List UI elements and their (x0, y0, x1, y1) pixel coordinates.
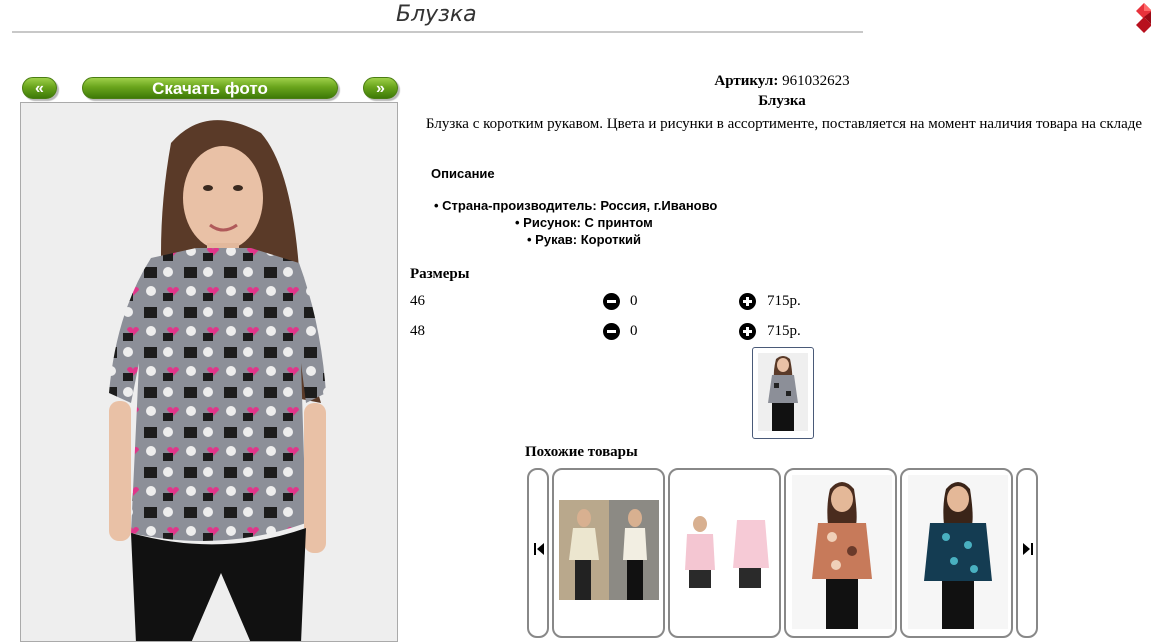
similar-product-image (792, 475, 892, 629)
red-corner-icon[interactable] (1136, 3, 1151, 33)
article-line: Артикул: 961032623 (412, 73, 1151, 90)
decrease-qty-icon[interactable] (603, 323, 620, 340)
title-divider (12, 31, 863, 33)
product-description: Блузка с коротким рукавом. Цвета и рисун… (425, 116, 1143, 132)
decrease-qty-icon[interactable] (603, 293, 620, 310)
similar-product-card[interactable] (900, 468, 1013, 638)
quantity-value: 0 (630, 323, 638, 339)
size-row-46: 46 0 715р. (410, 293, 830, 315)
spec-item: • Страна-производитель: Россия, г.Иванов… (434, 198, 718, 213)
price-value: 715р. (767, 293, 801, 309)
spec-sleeve: Рукав: Короткий (535, 232, 642, 247)
similar-product-image (908, 475, 1008, 629)
main-product-photo[interactable] (20, 102, 398, 642)
photo-thumbnail[interactable] (752, 347, 814, 439)
prev-photo-button[interactable]: « (22, 77, 57, 99)
size-value: 48 (410, 323, 425, 339)
price-value: 715р. (767, 323, 801, 339)
similar-product-card[interactable] (552, 468, 665, 638)
article-value: 961032623 (782, 73, 850, 89)
increase-qty-icon[interactable] (739, 293, 756, 310)
carousel-next-button[interactable] (1016, 468, 1038, 638)
size-value: 46 (410, 293, 425, 309)
spec-country: Страна-производитель: Россия, г.Иваново (442, 198, 718, 213)
carousel-prev-button[interactable] (527, 468, 549, 638)
similar-products-heading: Похожие товары (525, 444, 638, 460)
spec-print: Рисунок: С принтом (523, 215, 653, 230)
product-name: Блузка (758, 93, 806, 109)
next-photo-button[interactable]: » (363, 77, 398, 99)
skip-previous-icon (534, 543, 544, 555)
page-title: Блузка (396, 2, 477, 27)
similar-product-card[interactable] (668, 468, 781, 638)
skip-next-icon (1023, 543, 1033, 555)
increase-qty-icon[interactable] (739, 323, 756, 340)
quantity-value: 0 (630, 293, 638, 309)
similar-product-card[interactable] (784, 468, 897, 638)
specs-heading: Описание (431, 166, 495, 181)
size-row-48: 48 0 715р. (410, 323, 830, 345)
similar-product-image (559, 500, 659, 600)
similar-product-image (675, 512, 775, 588)
download-photo-button[interactable]: Скачать фото (82, 77, 338, 99)
spec-item: • Рукав: Короткий (527, 232, 642, 247)
spec-item: • Рисунок: С принтом (515, 215, 653, 230)
article-label: Артикул: (714, 73, 779, 89)
sizes-heading: Размеры (410, 266, 470, 282)
